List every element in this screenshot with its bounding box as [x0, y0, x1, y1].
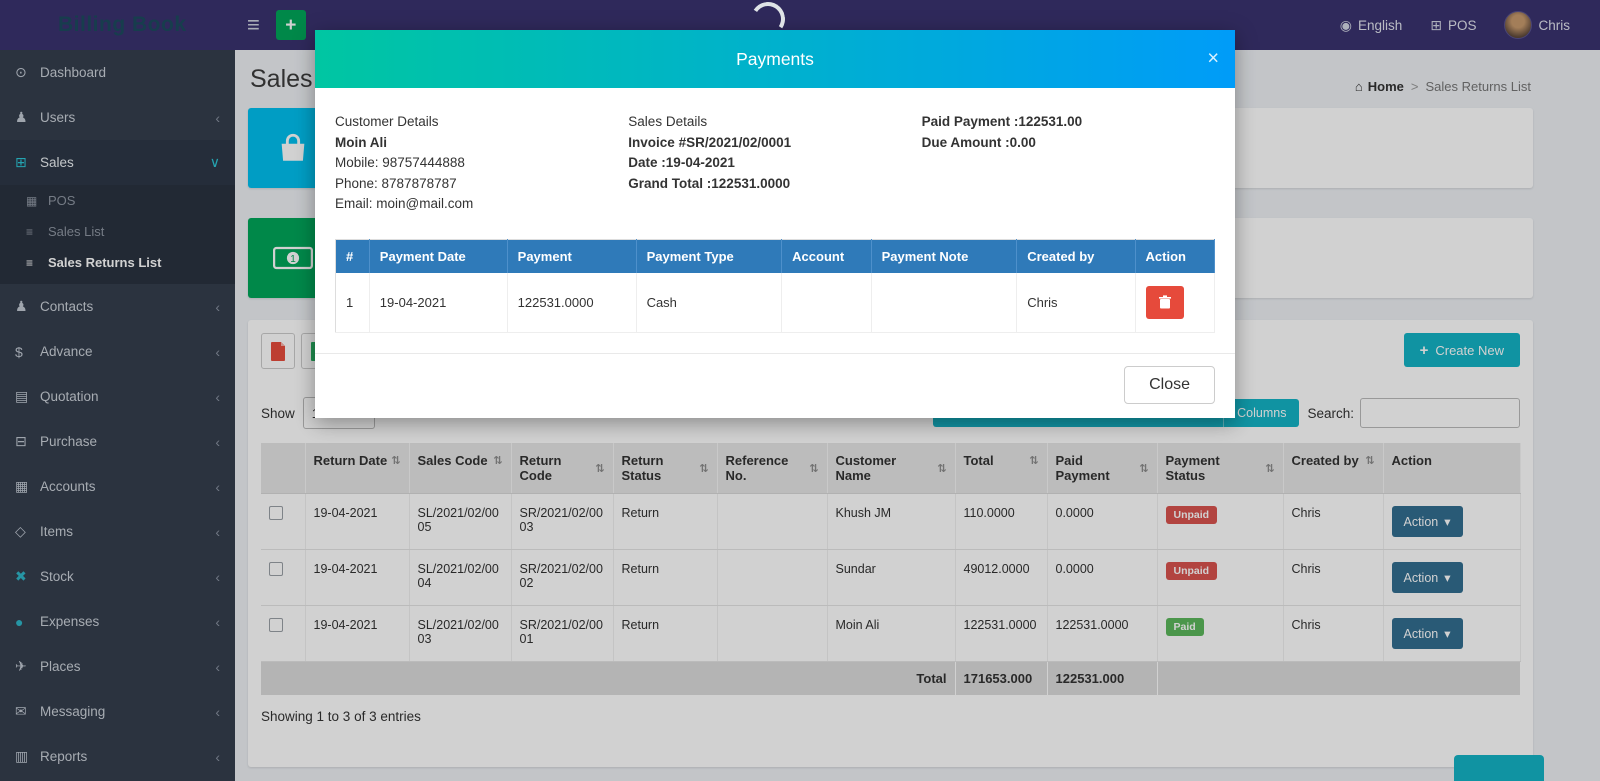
- col-payment-date: Payment Date: [369, 239, 507, 273]
- close-icon[interactable]: ×: [1207, 48, 1219, 71]
- cell-payment-type: Cash: [636, 273, 782, 333]
- invoice-date: Date :19-04-2021: [628, 153, 921, 174]
- payment-summary: Paid Payment :122531.00 Due Amount :0.00: [922, 112, 1215, 215]
- sales-details-heading: Sales Details: [628, 112, 921, 133]
- customer-details-heading: Customer Details: [335, 112, 628, 133]
- col-action: Action: [1135, 239, 1214, 273]
- cell-payment: 122531.0000: [507, 273, 636, 333]
- col-payment: Payment: [507, 239, 636, 273]
- col-num: #: [336, 239, 370, 273]
- cell-num: 1: [336, 273, 370, 333]
- col-payment-note: Payment Note: [871, 239, 1017, 273]
- payments-modal: Payments × Customer Details Moin Ali Mob…: [315, 30, 1235, 418]
- delete-payment-button[interactable]: [1146, 286, 1184, 319]
- payment-row: 1 19-04-2021 122531.0000 Cash Chris: [336, 273, 1215, 333]
- customer-details: Customer Details Moin Ali Mobile: 987574…: [335, 112, 628, 215]
- invoice-number: Invoice #SR/2021/02/0001: [628, 133, 921, 154]
- customer-name: Moin Ali: [335, 133, 628, 154]
- cell-payment-date: 19-04-2021: [369, 273, 507, 333]
- payments-header-row: # Payment Date Payment Payment Type Acco…: [336, 239, 1215, 273]
- payments-modal-footer: Close: [315, 353, 1235, 418]
- col-payment-type: Payment Type: [636, 239, 782, 273]
- payments-table: # Payment Date Payment Payment Type Acco…: [335, 239, 1215, 333]
- grand-total: Grand Total :122531.0000: [628, 174, 921, 195]
- cell-payment-note: [871, 273, 1017, 333]
- col-created-by: Created by: [1017, 239, 1135, 273]
- cell-created-by: Chris: [1017, 273, 1135, 333]
- customer-mobile: Mobile: 98757444888: [335, 153, 628, 174]
- paid-payment: Paid Payment :122531.00: [922, 112, 1215, 133]
- modal-title: Payments: [736, 49, 814, 70]
- customer-email: Email: moin@mail.com: [335, 194, 628, 215]
- close-button[interactable]: Close: [1124, 366, 1215, 404]
- trash-icon: [1159, 295, 1171, 309]
- customer-phone: Phone: 8787878787: [335, 174, 628, 195]
- sales-details: Sales Details Invoice #SR/2021/02/0001 D…: [628, 112, 921, 215]
- due-amount: Due Amount :0.00: [922, 133, 1215, 154]
- cell-account: [782, 273, 871, 333]
- payments-modal-header: Payments ×: [315, 30, 1235, 88]
- col-account: Account: [782, 239, 871, 273]
